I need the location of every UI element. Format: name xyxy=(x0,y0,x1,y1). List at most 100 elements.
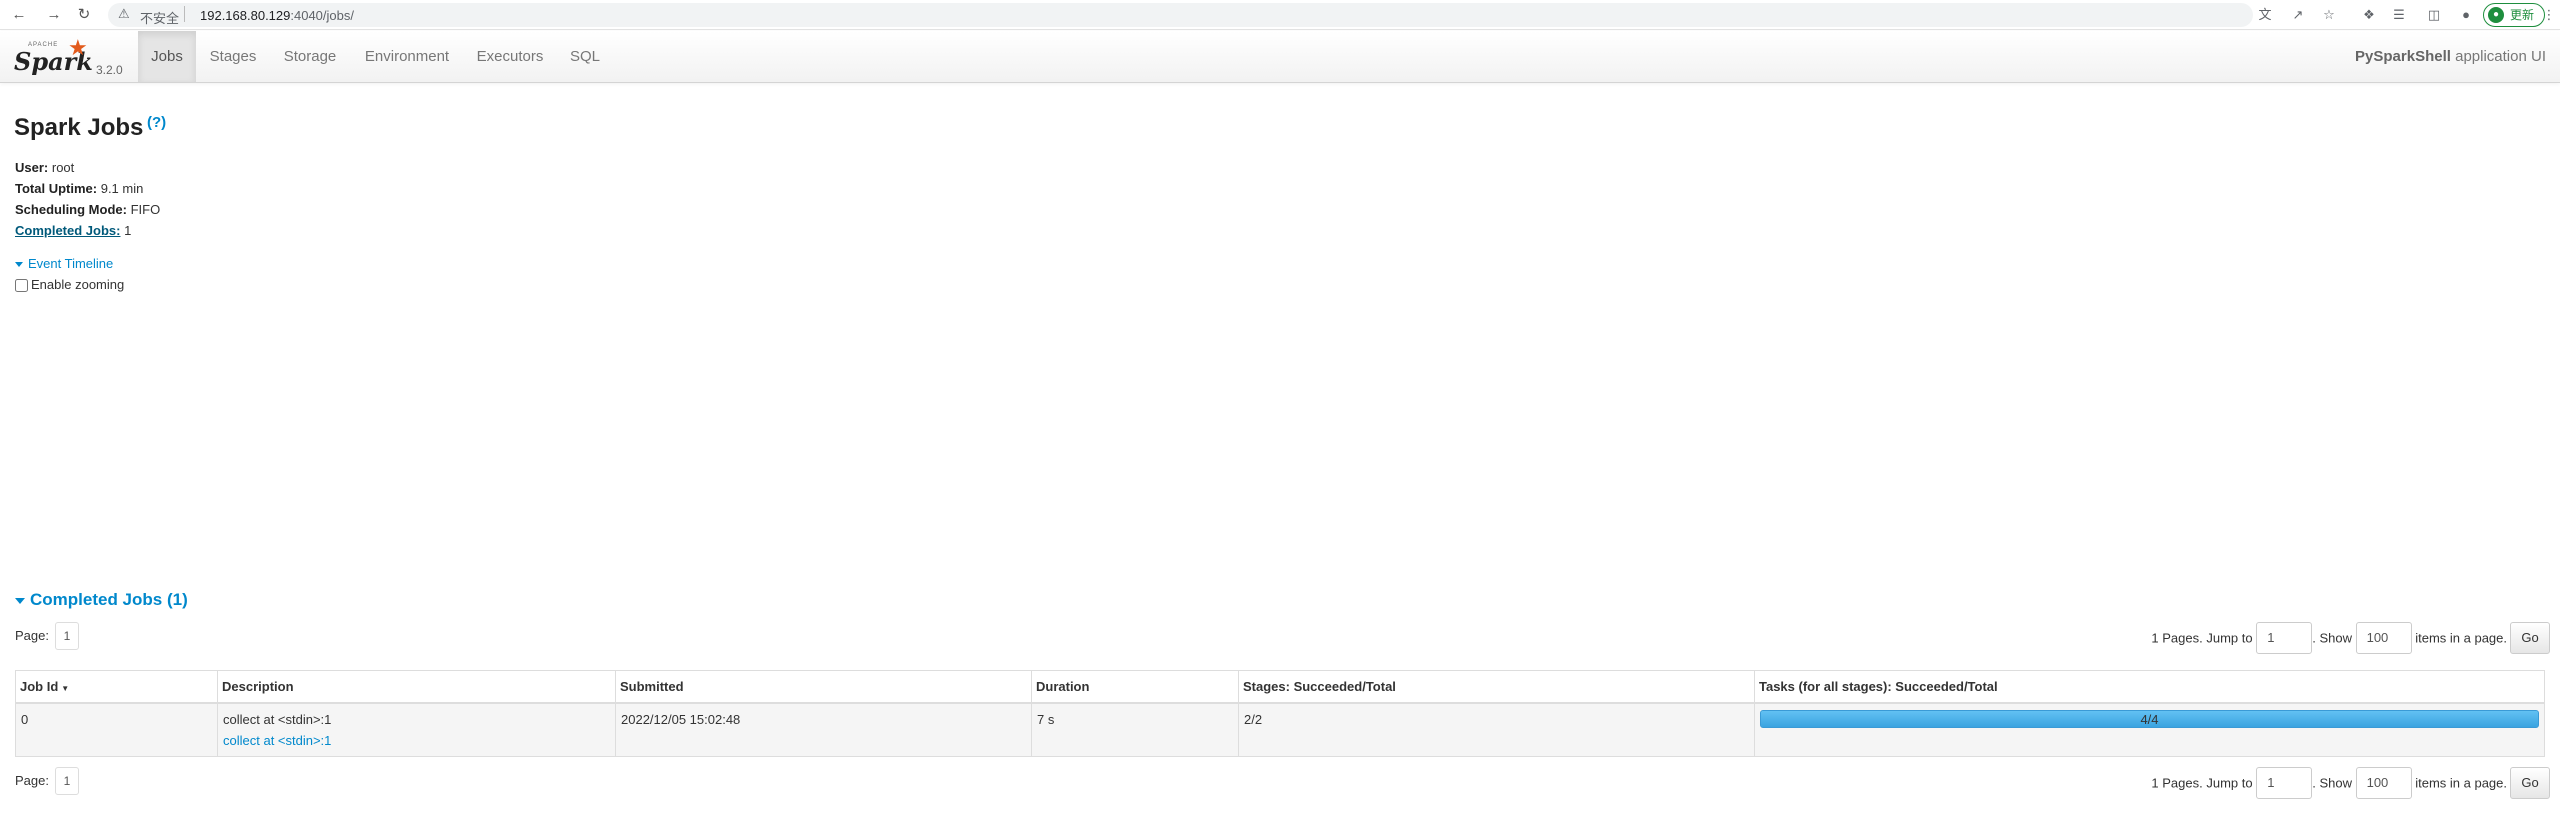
warning-icon: ⚠ xyxy=(118,6,130,21)
menu-kebab-icon[interactable]: ⋮ xyxy=(2541,4,2557,26)
summary-completed: Completed Jobs: 1 xyxy=(15,220,160,241)
app-suffix: application UI xyxy=(2450,48,2546,65)
page-number-button[interactable]: 1 xyxy=(54,767,79,795)
share-icon[interactable]: ↗ xyxy=(2287,4,2309,26)
tasks-cell: 4/4 xyxy=(1754,702,2545,757)
job-id-cell: 0 xyxy=(15,702,218,757)
items-label: items in a page. xyxy=(2415,630,2507,646)
spark-logo[interactable]: APACHE Spark ★ 3.2.0 xyxy=(14,35,132,77)
page-indicator-top: Page: 1 xyxy=(15,622,79,650)
pages-text: 1 Pages. Jump to xyxy=(2151,630,2253,646)
column-header-description[interactable]: Description xyxy=(217,670,616,704)
application-title: PySparkShell application UI xyxy=(2355,31,2546,82)
enable-zooming-label: Enable zooming xyxy=(31,277,125,292)
tasks-progress-bar: 4/4 xyxy=(1760,709,2539,728)
reading-list-icon[interactable]: ☰ xyxy=(2388,4,2410,26)
tab-storage[interactable]: Storage xyxy=(275,31,345,82)
event-timeline-label: Event Timeline xyxy=(28,256,114,271)
user-label: User: xyxy=(15,160,49,175)
stages-cell: 2/2 xyxy=(1238,702,1755,757)
pagination-form-top: 1 Pages. Jump to 1. Show 100 items in a … xyxy=(2151,622,2550,654)
caret-down-icon xyxy=(15,262,23,268)
tab-executors[interactable]: Executors xyxy=(470,31,550,82)
column-header-duration[interactable]: Duration xyxy=(1031,670,1239,704)
summary-scheduling: Scheduling Mode: FIFO xyxy=(15,199,160,220)
column-header-tasks[interactable]: Tasks (for all stages): Succeeded/Total xyxy=(1754,670,2545,704)
spark-navbar: APACHE Spark ★ 3.2.0 Jobs Stages Storage… xyxy=(0,31,2560,83)
pagination-form-bottom: 1 Pages. Jump to 1. Show 100 items in a … xyxy=(2151,767,2550,799)
reload-icon[interactable]: ↻ xyxy=(73,4,95,26)
summary-user: User: root xyxy=(15,157,160,178)
address-divider xyxy=(184,6,185,22)
items-label: items in a page. xyxy=(2415,775,2507,791)
completed-count: 1 xyxy=(124,223,132,238)
page-indicator-bottom: Page: 1 xyxy=(15,767,79,795)
update-label: 更新 xyxy=(2510,8,2535,22)
side-panel-icon[interactable]: ◫ xyxy=(2423,4,2445,26)
show-label: . Show xyxy=(2312,630,2352,646)
show-label: . Show xyxy=(2312,775,2352,791)
completed-jobs-title: Completed Jobs (1) xyxy=(30,590,188,609)
browser-toolbar: ← → ↻ ⚠ 不安全 192.168.80.129:4040/jobs/ 文 … xyxy=(0,0,2560,30)
tab-environment[interactable]: Environment xyxy=(355,31,459,82)
url-path: :4040/jobs/ xyxy=(290,8,354,23)
url-host: 192.168.80.129 xyxy=(200,8,291,23)
page-size-input[interactable]: 100 xyxy=(2355,622,2412,654)
pages-text: 1 Pages. Jump to xyxy=(2151,775,2253,791)
column-header-stages[interactable]: Stages: Succeeded/Total xyxy=(1238,670,1755,704)
tab-sql[interactable]: SQL xyxy=(563,31,607,82)
go-button[interactable]: Go xyxy=(2510,622,2550,654)
event-timeline-toggle[interactable]: Event Timeline xyxy=(15,256,113,271)
table-row: 0 collect at <stdin>:1 collect at <stdin… xyxy=(15,702,2545,757)
submitted-cell: 2022/12/05 15:02:48 xyxy=(615,702,1032,757)
security-label: 不安全 xyxy=(140,11,180,26)
sort-down-icon: ▼ xyxy=(61,683,70,693)
go-button[interactable]: Go xyxy=(2510,767,2550,799)
tab-jobs[interactable]: Jobs xyxy=(138,31,196,82)
table-header-row: Job Id ▼ Description Submitted Duration S… xyxy=(15,670,2545,704)
completed-jobs-table: Job Id ▼ Description Submitted Duration S… xyxy=(15,670,2545,757)
page-title: Spark Jobs xyxy=(14,114,144,141)
jump-to-input[interactable]: 1 xyxy=(2256,767,2313,799)
column-header-job-id[interactable]: Job Id ▼ xyxy=(15,670,218,704)
help-link[interactable]: (?) xyxy=(147,114,166,131)
scheduling-label: Scheduling Mode: xyxy=(15,202,127,217)
page-label: Page: xyxy=(15,773,49,788)
job-id-header-label: Job Id xyxy=(20,678,59,694)
summary-list: User: root Total Uptime: 9.1 min Schedul… xyxy=(15,157,160,241)
avatar: ● xyxy=(2488,7,2504,23)
forward-icon[interactable]: → xyxy=(43,4,65,26)
extensions-icon[interactable]: ❖ xyxy=(2358,4,2380,26)
bookmark-star-icon[interactable]: ☆ xyxy=(2318,4,2340,26)
app-name: PySparkShell xyxy=(2355,48,2451,65)
zoom-option: Enable zooming xyxy=(15,277,125,293)
description-text: collect at <stdin>:1 xyxy=(223,711,332,727)
page-label: Page: xyxy=(15,628,49,643)
enable-zooming-checkbox[interactable] xyxy=(15,279,28,293)
description-link[interactable]: collect at <stdin>:1 xyxy=(223,733,331,748)
update-button[interactable]: ● 更新 xyxy=(2483,3,2545,27)
page-number-button[interactable]: 1 xyxy=(54,622,79,650)
back-icon[interactable]: ← xyxy=(8,4,30,26)
spark-star-icon: ★ xyxy=(68,35,88,60)
uptime-label: Total Uptime: xyxy=(15,181,98,196)
column-header-submitted[interactable]: Submitted xyxy=(615,670,1032,704)
url-text[interactable]: 192.168.80.129:4040/jobs/ xyxy=(200,8,354,23)
jump-to-input[interactable]: 1 xyxy=(2256,622,2313,654)
uptime-value: 9.1 min xyxy=(100,181,144,196)
address-bar[interactable]: ⚠ 不安全 192.168.80.129:4040/jobs/ xyxy=(108,3,2253,27)
profile-icon[interactable]: ● xyxy=(2455,4,2477,26)
description-cell: collect at <stdin>:1 collect at <stdin>:… xyxy=(217,702,616,757)
summary-uptime: Total Uptime: 9.1 min xyxy=(15,178,160,199)
scheduling-value: FIFO xyxy=(130,202,161,217)
caret-down-icon xyxy=(15,597,25,604)
spark-version: 3.2.0 xyxy=(96,63,123,77)
page-size-input[interactable]: 100 xyxy=(2355,767,2412,799)
translate-icon[interactable]: 文 xyxy=(2254,4,2276,26)
tab-stages[interactable]: Stages xyxy=(200,31,266,82)
completed-jobs-link[interactable]: Completed Jobs: xyxy=(15,223,120,238)
completed-jobs-toggle[interactable]: Completed Jobs (1) xyxy=(15,590,188,610)
duration-cell: 7 s xyxy=(1031,702,1239,757)
user-value: root xyxy=(51,160,75,175)
tasks-progress-text: 4/4 xyxy=(2140,711,2159,727)
